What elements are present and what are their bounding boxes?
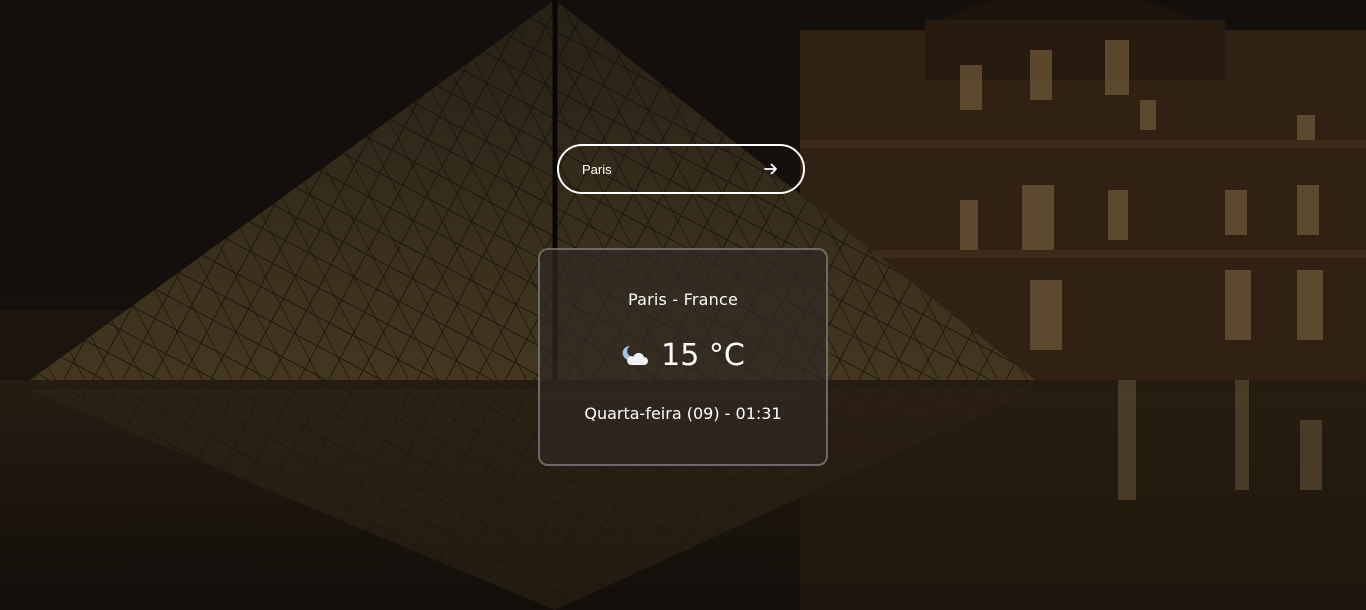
date-time-label: Quarta-feira (09) - 01:31 [584,404,782,423]
temperature-value: 15 °C [661,338,745,373]
city-search-input[interactable] [582,161,761,177]
weather-card: Paris - France 15 °C Quarta-feira (09) -… [538,248,828,466]
temperature-row: 15 °C [540,338,826,373]
search-submit-button[interactable] [761,159,781,179]
location-label: Paris - France [627,290,739,309]
city-search-bar[interactable] [557,144,805,194]
partly-cloudy-night-icon [622,345,649,365]
weather-app: Paris - France 15 °C Quarta-feira (09) -… [0,0,1366,610]
arrow-right-icon [764,163,777,175]
